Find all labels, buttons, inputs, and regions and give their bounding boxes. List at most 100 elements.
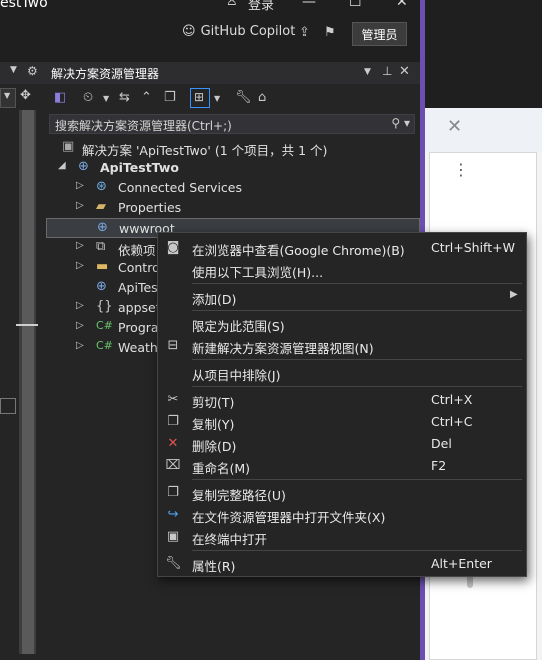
expand-arrow-icon[interactable]: ▷ <box>76 320 84 331</box>
cut-icon: ✂ <box>167 392 179 407</box>
expand-arrow-icon[interactable]: ▷ <box>76 300 84 311</box>
share-icon[interactable]: ⇪ <box>299 25 310 40</box>
collapse-arrow-icon[interactable]: ◢ <box>58 160 66 171</box>
copilot-label: GitHub Copilot <box>200 24 296 39</box>
terminal-icon: ▣ <box>166 529 180 544</box>
divider <box>16 324 38 326</box>
menu-separator <box>192 283 522 284</box>
search-input[interactable]: 搜索解决方案资源管理器(Ctrl+;) ⚲ ▾ <box>49 114 415 134</box>
copy-path-icon: ❐ <box>167 485 179 500</box>
dropdown-box[interactable]: ▼ <box>0 88 16 108</box>
github-copilot-button[interactable]: ☺ GitHub Copilot <box>182 24 295 39</box>
feedback-icon[interactable]: ⚑ <box>324 25 336 40</box>
dependencies-icon: ⧉ <box>96 239 106 254</box>
expand-arrow-icon[interactable]: ▷ <box>76 200 84 211</box>
more-options-icon[interactable]: ⋮ <box>453 160 469 179</box>
gear-icon[interactable]: ⚙ <box>27 64 38 78</box>
json-file-icon: {} <box>96 299 113 314</box>
pin-icon[interactable]: ⊥ <box>382 64 392 78</box>
rename-icon: ⌧ <box>165 458 181 473</box>
menu-item-add[interactable]: 添加(D) ▶ <box>158 286 526 308</box>
close-icon[interactable]: ✕ <box>447 116 462 137</box>
sync-icon[interactable]: ⇆ <box>119 90 130 105</box>
history-dropdown-icon[interactable]: ▼ <box>103 94 109 103</box>
menu-separator <box>192 359 522 360</box>
menu-item-properties[interactable]: 🔧︎ 属性(R) Alt+Enter <box>158 553 526 575</box>
tree-item-properties[interactable]: ▷ ▰ Properties <box>46 198 420 218</box>
background-window-header <box>425 108 542 152</box>
menu-item-view-in-browser[interactable]: ◙ 在浏览器中查看(Google Chrome)(B) Ctrl+Shift+W <box>158 237 526 259</box>
admin-badge: 管理员 <box>352 22 407 46</box>
menu-item-open-in-terminal[interactable]: ▣ 在终端中打开 <box>158 526 526 548</box>
close-panel-icon[interactable]: ✕ <box>399 64 410 79</box>
window-title: estTwo <box>0 0 48 11</box>
menu-separator <box>192 550 522 551</box>
collapse-all-icon[interactable]: ⌃ <box>141 90 152 105</box>
maximize-icon[interactable]: ☐ <box>349 0 362 10</box>
menu-item-scope-to-this[interactable]: 限定为此范围(S) <box>158 313 526 335</box>
connected-services-icon: ⊛ <box>96 179 107 194</box>
show-all-files-icon[interactable]: ❐ <box>164 90 176 105</box>
folder-icon: ▬ <box>96 259 109 274</box>
dropdown-icon[interactable]: ▼ <box>10 65 17 75</box>
tree-item-connected-services[interactable]: ▷ ⊛ Connected Services <box>46 178 420 198</box>
menu-item-browse-with[interactable]: 使用以下工具浏览(H)... <box>158 259 526 281</box>
menu-item-rename[interactable]: ⌧ 重命名(M) F2 <box>158 455 526 477</box>
tools-icon[interactable]: ⌂ <box>258 90 266 105</box>
login-link[interactable]: 登录 <box>248 0 274 13</box>
minimize-icon[interactable]: — <box>302 0 316 10</box>
solution-explorer-toolbar: ◧ ⏲ ▼ ⇆ ⌃ ❐ ⊞ ▼ 🔧︎ ⌂ <box>46 86 420 112</box>
solution-explorer-titlebar: 解决方案资源管理器 ▼ ⊥ ✕ <box>46 62 420 84</box>
expand-arrow-icon[interactable]: ▷ <box>76 340 84 351</box>
properties-wrench-icon[interactable]: 🔧︎ <box>235 90 252 105</box>
left-panel-header: ▼ ⚙ <box>0 62 46 84</box>
chevron-down-icon: ▼ <box>4 91 11 100</box>
csharp-file-icon: C# <box>96 339 113 352</box>
preview-dropdown-icon[interactable]: ▼ <box>214 94 220 103</box>
user-icon[interactable]: ♙ <box>226 0 238 9</box>
expand-arrow-icon[interactable]: ▷ <box>76 260 84 271</box>
solution-icon: ▣ <box>62 139 75 154</box>
open-folder-icon: ↪ <box>167 507 179 522</box>
close-window-icon[interactable]: ✕ <box>396 0 408 10</box>
context-menu: ◙ 在浏览器中查看(Google Chrome)(B) Ctrl+Shift+W… <box>157 232 527 577</box>
menu-item-new-view[interactable]: ⊟ 新建解决方案资源管理器视图(N) <box>158 335 526 357</box>
search-placeholder: 搜索解决方案资源管理器(Ctrl+;) <box>55 119 232 133</box>
menu-separator <box>192 386 522 387</box>
expand-arrow-icon[interactable]: ▷ <box>76 180 84 191</box>
tree-item-solution[interactable]: ▣ 解决方案 'ApiTestTwo' (1 个项目，共 1 个) <box>46 138 420 158</box>
split-icon[interactable]: ✥ <box>20 88 31 103</box>
expand-arrow-icon[interactable]: ▷ <box>76 240 84 251</box>
preview-icon: ⊞ <box>194 90 205 104</box>
menu-item-cut[interactable]: ✂ 剪切(T) Ctrl+X <box>158 389 526 411</box>
menu-separator <box>192 479 522 480</box>
copy-icon: ❐ <box>167 414 179 429</box>
copilot-icon: ☺ <box>182 24 196 39</box>
search-icon[interactable]: ⚲ ▾ <box>391 116 410 130</box>
scrollbar-thumb[interactable] <box>22 110 34 654</box>
title-bar: estTwo ♙ 登录 — ☐ ✕ ☺ GitHub Copilot ⇪ ⚑ 管… <box>0 0 425 62</box>
new-view-icon: ⊟ <box>167 338 179 353</box>
web-file-icon: ⊕ <box>96 279 107 294</box>
menu-item-copy[interactable]: ❐ 复制(Y) Ctrl+C <box>158 411 526 433</box>
menu-item-open-in-explorer[interactable]: ↪ 在文件资源管理器中打开文件夹(X) <box>158 504 526 526</box>
checkbox[interactable] <box>0 398 16 414</box>
csharp-file-icon: C# <box>96 319 113 332</box>
menu-item-copy-full-path[interactable]: ❐ 复制完整路径(U) <box>158 482 526 504</box>
menu-item-delete[interactable]: ✕ 删除(D) Del <box>158 433 526 455</box>
window-position-icon[interactable]: ▼ <box>364 67 371 77</box>
vs-icon[interactable]: ◧ <box>54 90 66 105</box>
browser-view-icon: ◙ <box>166 240 180 255</box>
preview-toggle[interactable]: ⊞ <box>190 88 210 108</box>
solution-explorer-title: 解决方案资源管理器 <box>51 67 160 81</box>
web-project-icon: ⊕ <box>78 159 89 174</box>
tree-item-project[interactable]: ◢ ⊕ ApiTestTwo <box>46 158 420 178</box>
properties-folder-icon: ▰ <box>96 199 106 214</box>
submenu-arrow-icon: ▶ <box>510 289 518 300</box>
menu-item-exclude[interactable]: 从项目中排除(J) <box>158 362 526 384</box>
globe-icon: ⊕ <box>97 220 108 235</box>
history-icon[interactable]: ⏲ <box>83 90 93 105</box>
wrench-icon: 🔧︎ <box>165 556 182 571</box>
menu-separator <box>192 310 522 311</box>
left-panel: ▼ ⚙ ▼ ✥ <box>0 62 46 660</box>
